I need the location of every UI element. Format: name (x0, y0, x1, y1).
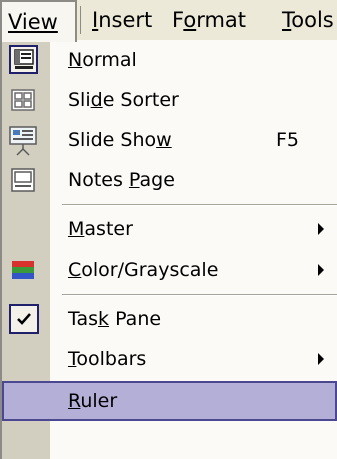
menu-item-label: Normal (68, 49, 137, 71)
menu-insert[interactable]: Insert (92, 0, 152, 40)
menu-item-slide-sorter[interactable]: Slide Sorter (2, 80, 337, 120)
submenu-arrow-icon (318, 264, 324, 276)
menu-bar-separator (80, 6, 81, 34)
normal-view-icon (2, 40, 50, 80)
checkmark-icon (2, 299, 50, 339)
menu-item-label: Toolbars (68, 348, 147, 370)
menu-item-label: Notes Page (68, 169, 175, 191)
menu-item-color-grayscale[interactable]: Color/Grayscale (2, 250, 337, 290)
slide-sorter-icon (2, 80, 50, 120)
menu-item-label: Slide Sorter (68, 89, 179, 111)
submenu-arrow-icon (318, 353, 324, 365)
menu-item-label: Task Pane (68, 308, 162, 330)
menu-item-ruler[interactable]: Ruler (2, 381, 337, 421)
shortcut-label: F5 (276, 129, 300, 151)
menu-item-label: Master (68, 218, 133, 240)
menu-item-normal[interactable]: Normal (2, 40, 337, 80)
view-dropdown: Normal Slide Sorter Slide Show F5 Notes … (0, 40, 337, 459)
color-grayscale-icon (2, 250, 50, 290)
menu-item-toolbars[interactable]: Toolbars (2, 339, 337, 379)
menu-separator-highlight (62, 205, 337, 206)
notes-page-icon (2, 160, 50, 200)
menu-tools[interactable]: Tools (282, 0, 334, 40)
menu-format[interactable]: Format (172, 0, 246, 40)
powerpoint-view-menu: View Insert Format Tools Normal Slide So… (0, 0, 337, 459)
menu-item-slide-show[interactable]: Slide Show F5 (2, 120, 337, 160)
menu-view[interactable]: View (0, 0, 77, 42)
menu-item-notes-page[interactable]: Notes Page (2, 160, 337, 200)
slide-show-icon (2, 120, 50, 160)
menu-separator-highlight (62, 295, 337, 296)
menu-item-label: Ruler (68, 390, 118, 412)
menu-bar: View Insert Format Tools (0, 0, 337, 42)
menu-item-master[interactable]: Master (2, 209, 337, 249)
menu-item-label: Color/Grayscale (68, 259, 219, 281)
submenu-arrow-icon (318, 223, 324, 235)
menu-item-label: Slide Show (68, 129, 172, 151)
menu-item-task-pane[interactable]: Task Pane (2, 299, 337, 339)
